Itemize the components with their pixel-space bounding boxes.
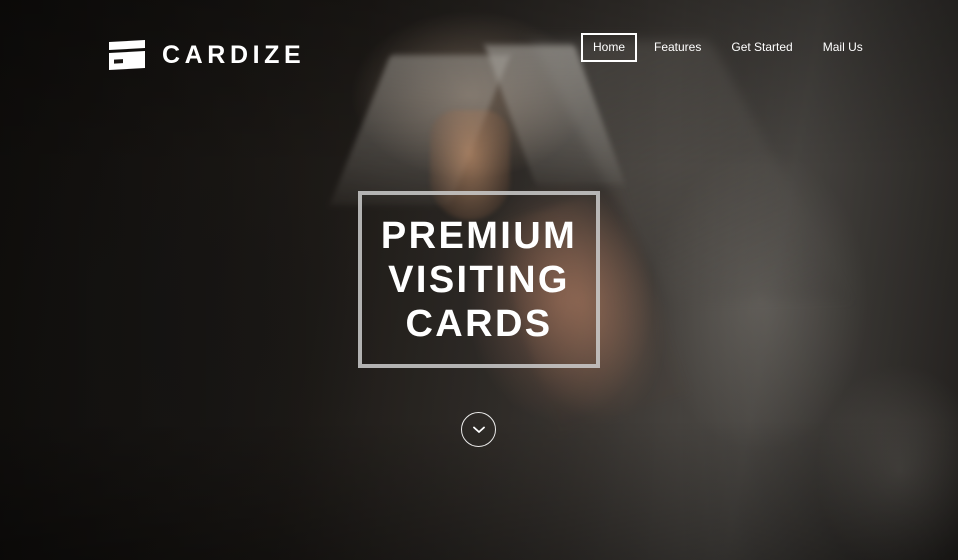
hero-title-line: VISITING bbox=[388, 258, 570, 301]
scroll-down-button[interactable] bbox=[461, 412, 496, 447]
nav-item-features[interactable]: Features bbox=[654, 33, 701, 62]
nav-item-get-started[interactable]: Get Started bbox=[731, 33, 792, 62]
background-photo-collar-right bbox=[484, 45, 626, 185]
brand-name: CARDIZE bbox=[162, 41, 306, 69]
nav-item-home[interactable]: Home bbox=[581, 33, 637, 62]
cards-icon bbox=[109, 40, 145, 70]
chevron-down-icon bbox=[472, 426, 485, 433]
hero-title-line: PREMIUM bbox=[380, 214, 578, 257]
background-photo-collar-left bbox=[329, 55, 511, 205]
hero-title-line: CARDS bbox=[405, 302, 553, 345]
brand-logo-link[interactable]: CARDIZE bbox=[106, 40, 305, 70]
hero-section: CARDIZE Home Features Get Started Mail U… bbox=[0, 0, 958, 560]
main-nav: Home Features Get Started Mail Us bbox=[581, 33, 863, 62]
hero-title-frame: PREMIUM VISITING CARDS bbox=[358, 191, 600, 368]
nav-item-mail-us[interactable]: Mail Us bbox=[823, 33, 863, 62]
